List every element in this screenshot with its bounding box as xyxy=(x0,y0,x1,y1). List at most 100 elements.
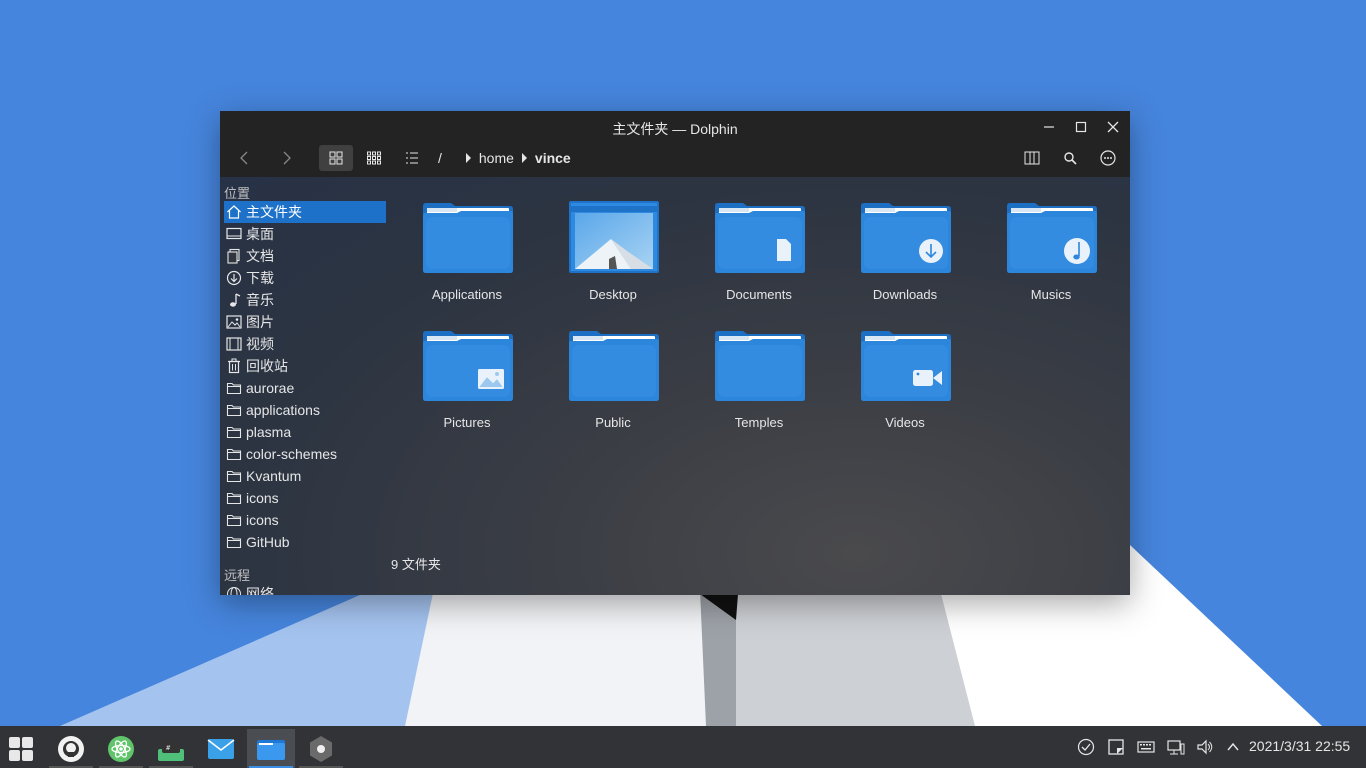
mail-app[interactable] xyxy=(197,729,245,768)
terminal-app[interactable]: # xyxy=(147,729,195,768)
sidebar-item-音乐[interactable]: 音乐 xyxy=(224,289,386,311)
keyboard-tray-icon[interactable] xyxy=(1137,738,1155,756)
sidebar-item-applications[interactable]: applications xyxy=(224,399,386,421)
file-item-applications[interactable]: Applications xyxy=(407,201,527,311)
compact-view-button[interactable] xyxy=(357,145,391,171)
download-icon xyxy=(226,270,242,286)
atom-app[interactable] xyxy=(97,729,145,768)
file-item-desktop[interactable]: Desktop xyxy=(553,201,673,311)
more-menu-button[interactable] xyxy=(1091,145,1125,171)
mail-icon xyxy=(207,738,235,759)
folder-icon xyxy=(861,331,951,401)
folder-icon xyxy=(861,203,951,273)
sidebar-item-icons[interactable]: icons xyxy=(224,509,386,531)
folder-icon xyxy=(226,380,242,396)
breadcrumb: / home vince xyxy=(438,150,571,166)
sidebar-item-下载[interactable]: 下载 xyxy=(224,267,386,289)
back-button[interactable] xyxy=(227,145,261,171)
sidebar-item-label: 回收站 xyxy=(246,358,288,374)
sidebar-item-github[interactable]: GitHub xyxy=(224,531,386,553)
title-bar: 主文件夹 — Dolphin xyxy=(220,111,1130,143)
minimize-button[interactable] xyxy=(1037,116,1061,138)
github-app[interactable] xyxy=(47,729,95,768)
volume-tray-icon[interactable] xyxy=(1196,738,1214,756)
sidebar-item-aurorae[interactable]: aurorae xyxy=(224,377,386,399)
chevron-up-icon[interactable] xyxy=(1224,738,1242,756)
sidebar-item-主文件夹[interactable]: 主文件夹 xyxy=(224,201,386,223)
folder-icon xyxy=(226,512,242,528)
file-item-label: Applications xyxy=(431,287,503,302)
clock[interactable]: 2021/3/31 22:55 xyxy=(1249,738,1350,754)
network-icon xyxy=(226,586,242,595)
taskbar: # 2021/3/31 22:55 xyxy=(0,726,1366,768)
folder-icon xyxy=(861,329,951,401)
sidebar-item-plasma[interactable]: plasma xyxy=(224,421,386,443)
places-panel: 位置 主文件夹 桌面 文档 下载 音乐 图片 视频 回收站 aurorae application… xyxy=(220,177,390,595)
folder-icon xyxy=(423,331,513,401)
sidebar-item-视频[interactable]: 视频 xyxy=(224,333,386,355)
chevron-right-icon xyxy=(465,153,471,163)
split-view-button[interactable] xyxy=(1015,145,1049,171)
sidebar-item-label: plasma xyxy=(246,424,292,440)
forward-button[interactable] xyxy=(270,145,304,171)
breadcrumb-home[interactable]: home xyxy=(479,150,514,166)
status-bar-text: 9 文件夹 xyxy=(391,557,441,572)
sidebar-item-文档[interactable]: 文档 xyxy=(224,245,386,267)
sidebar-item-label: 视频 xyxy=(246,336,274,352)
file-item-musics[interactable]: Musics xyxy=(991,201,1111,311)
network-tray-icon[interactable] xyxy=(1167,738,1185,756)
file-item-pictures[interactable]: Pictures xyxy=(407,329,527,439)
sidebar-item-label: 主文件夹 xyxy=(246,204,302,220)
sidebar-item-桌面[interactable]: 桌面 xyxy=(224,223,386,245)
file-item-temples[interactable]: Temples xyxy=(699,329,819,439)
sidebar-item-label: color-schemes xyxy=(246,446,338,462)
folder-icon xyxy=(1007,203,1097,273)
sidebar-item-图片[interactable]: 图片 xyxy=(224,311,386,333)
folder-icon xyxy=(226,424,242,440)
toolbar: / home vince xyxy=(220,143,1130,177)
file-item-videos[interactable]: Videos xyxy=(845,329,965,439)
breadcrumb-root[interactable]: / xyxy=(438,150,442,166)
home-icon xyxy=(226,204,242,220)
file-item-public[interactable]: Public xyxy=(553,329,673,439)
breadcrumb-vince[interactable]: vince xyxy=(535,150,571,166)
desktop-icon xyxy=(226,226,242,242)
sidebar-item-label: Kvantum xyxy=(246,468,302,484)
sidebar-item-label: aurorae xyxy=(246,380,295,396)
sidebar-item-color-schemes[interactable]: color-schemes xyxy=(224,443,386,465)
sidebar-item-label: applications xyxy=(246,402,320,418)
notes-tray-icon[interactable] xyxy=(1107,738,1125,756)
settings-app[interactable] xyxy=(297,729,345,768)
sidebar-item-label: 网络 xyxy=(246,586,274,595)
sidebar-item-回收站[interactable]: 回收站 xyxy=(224,355,386,377)
maximize-button[interactable] xyxy=(1069,116,1093,138)
terminal-icon: # xyxy=(158,740,184,761)
documents-icon xyxy=(226,248,242,264)
close-button[interactable] xyxy=(1101,116,1125,138)
video-icon xyxy=(226,336,242,352)
file-item-downloads[interactable]: Downloads xyxy=(845,201,965,311)
file-item-label: Desktop xyxy=(589,287,637,302)
chevron-right-icon xyxy=(521,153,527,163)
folder-icon xyxy=(715,331,805,401)
launcher-button[interactable] xyxy=(0,729,45,768)
search-button[interactable] xyxy=(1053,145,1087,171)
updates-tray-icon[interactable] xyxy=(1077,738,1095,756)
folder-icon xyxy=(715,329,805,401)
music-icon xyxy=(226,292,242,308)
folder-icon xyxy=(715,201,805,273)
folder-icon xyxy=(423,329,513,401)
icons-view-button[interactable] xyxy=(319,145,353,171)
details-view-button[interactable] xyxy=(395,145,429,171)
sidebar-item-kvantum[interactable]: Kvantum xyxy=(224,465,386,487)
sidebar-item-icons[interactable]: icons xyxy=(224,487,386,509)
folder-icon xyxy=(226,534,242,550)
file-item-documents[interactable]: Documents xyxy=(699,201,819,311)
folder-icon xyxy=(423,203,513,273)
sidebar-item-label: icons xyxy=(246,512,279,528)
sidebar-item-network[interactable]: 网络 xyxy=(224,583,386,595)
file-item-label: Temples xyxy=(734,415,784,430)
sidebar-item-label: 下载 xyxy=(246,270,274,286)
dolphin-window: 主文件夹 — Dolphin / home vince 位置 主文件夹 桌面 文… xyxy=(220,111,1130,595)
dolphin-app[interactable] xyxy=(247,729,295,768)
